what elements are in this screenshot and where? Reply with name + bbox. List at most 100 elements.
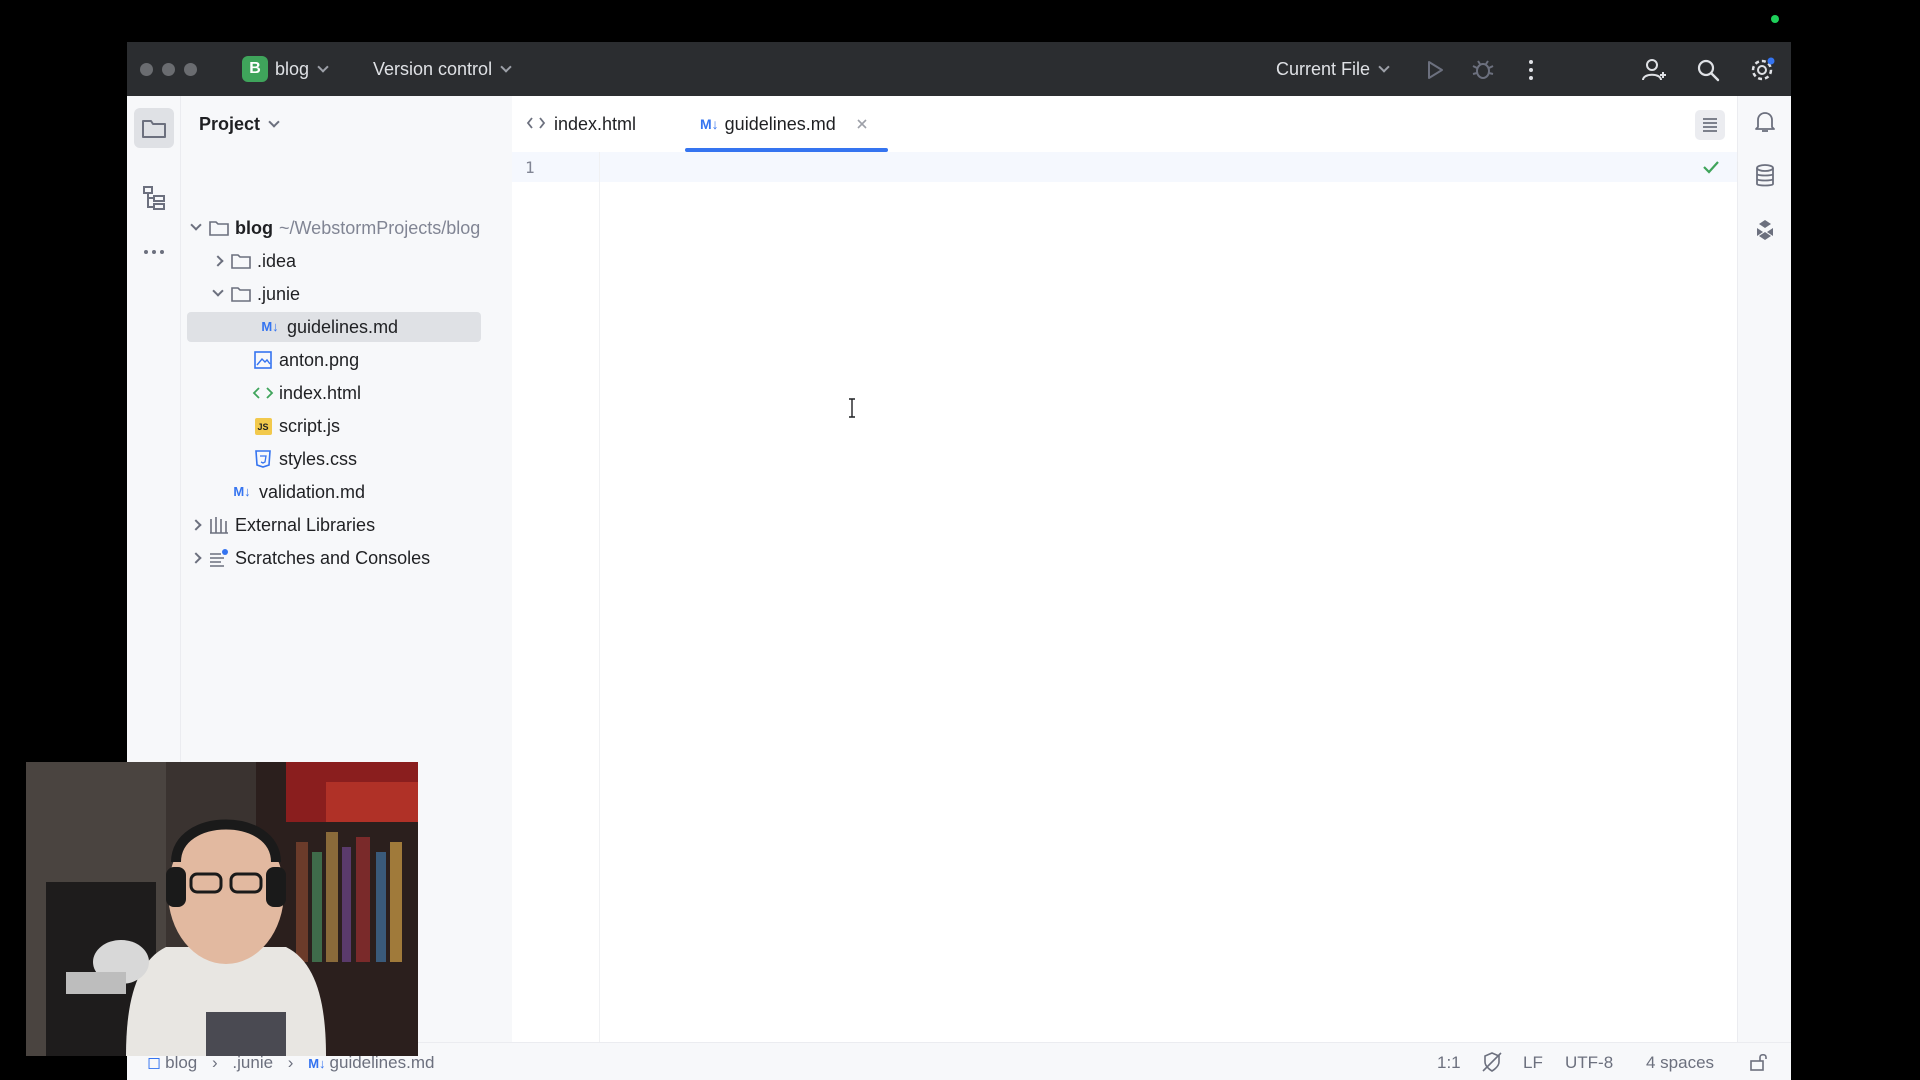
expand-arrow-icon[interactable] — [185, 213, 207, 243]
tree-item-label: validation.md — [259, 482, 366, 502]
scratches-icon — [207, 543, 231, 573]
tree-item-label: .idea — [257, 251, 297, 271]
expand-arrow-icon[interactable] — [207, 279, 229, 309]
tab-guidelines-md[interactable]: M↓ guidelines.md — [700, 96, 868, 152]
debug-button[interactable] — [1469, 56, 1497, 84]
more-vertical-icon — [1529, 60, 1533, 80]
tree-item-label: script.js — [279, 416, 341, 436]
tree-item-label: index.html — [279, 383, 362, 403]
search-button[interactable] — [1694, 56, 1722, 84]
tree-item-script-js[interactable]: JS script.js — [229, 411, 340, 441]
panel-title: Project — [199, 114, 261, 134]
search-icon — [1697, 59, 1720, 82]
tree-item-label: anton.png — [279, 350, 360, 370]
tree-item-label: blog — [235, 218, 273, 238]
vcs-menu[interactable]: Version control — [373, 58, 512, 80]
ai-assistant-icon — [1757, 220, 1773, 240]
gear-icon — [1751, 57, 1775, 81]
run-config-label: Current File — [1276, 59, 1371, 79]
recording-indicator-dot — [1771, 15, 1779, 23]
settings-button[interactable] — [1748, 56, 1776, 84]
window-zoom-button[interactable] — [184, 63, 197, 76]
javascript-icon: JS — [251, 411, 275, 441]
right-tool-strip — [1737, 96, 1791, 1080]
tree-item-guidelines-md[interactable]: M↓ guidelines.md — [187, 312, 481, 342]
tree-item-index-html[interactable]: index.html — [229, 378, 361, 408]
line-number: 1 — [525, 158, 535, 177]
project-badge[interactable]: B — [242, 56, 268, 82]
no-problems-check-icon[interactable] — [1702, 160, 1720, 179]
tree-item-idea[interactable]: .idea — [207, 246, 296, 276]
more-tools-button[interactable] — [134, 232, 174, 272]
editor-only-view-button[interactable] — [1695, 110, 1725, 140]
markdown-icon: M↓ — [700, 116, 719, 132]
chevron-down-icon — [317, 61, 329, 73]
folder-icon — [142, 120, 166, 138]
window-minimize-button[interactable] — [162, 63, 175, 76]
text-lines-icon — [1703, 118, 1717, 132]
line-gutter — [512, 152, 600, 1052]
tree-item-blog[interactable]: blog ~/WebstormProjects/blog — [185, 213, 480, 243]
markdown-icon: M↓ — [233, 484, 251, 499]
file-encoding[interactable]: UTF-8 — [1565, 1053, 1613, 1073]
breadcrumb: ◻ blog › .junie › M↓ guidelines.md — [147, 1053, 434, 1074]
tree-item-validation-md[interactable]: M↓ validation.md — [229, 477, 365, 507]
html-icon — [251, 378, 275, 408]
more-actions-button[interactable] — [1517, 56, 1545, 84]
window-close-button[interactable] — [140, 63, 153, 76]
project-selector[interactable]: blog — [275, 58, 329, 80]
tree-item-label: Scratches and Consoles — [235, 548, 431, 568]
chevron-down-icon — [500, 61, 512, 73]
tab-label: index.html — [554, 114, 637, 134]
close-icon[interactable] — [856, 96, 868, 152]
folder-icon — [207, 213, 231, 243]
tree-item-junie[interactable]: .junie — [207, 279, 300, 309]
bell-icon — [1755, 112, 1775, 132]
markdown-icon: M↓ — [261, 319, 279, 334]
markdown-icon: M↓ — [308, 1056, 326, 1071]
run-button[interactable] — [1421, 56, 1449, 84]
line-separator[interactable]: LF — [1523, 1053, 1543, 1073]
expand-arrow-icon[interactable] — [207, 246, 229, 276]
ai-assistant-button[interactable] — [1745, 210, 1785, 250]
tree-item-label: styles.css — [279, 449, 358, 469]
caret-position[interactable]: 1:1 — [1437, 1053, 1461, 1073]
database-tool-button[interactable] — [1745, 156, 1785, 196]
structure-tool-button[interactable] — [134, 178, 174, 218]
expand-arrow-icon[interactable] — [185, 543, 207, 573]
project-panel-header[interactable]: Project — [199, 114, 280, 135]
screen: B blog Version control Current File Proj… — [0, 0, 1920, 1080]
editor-area: index.html M↓ guidelines.md 1 — [512, 96, 1759, 1080]
unlock-icon[interactable] — [1749, 1052, 1769, 1077]
folder-icon — [229, 246, 253, 276]
inspections-off-icon[interactable] — [1481, 1051, 1503, 1078]
structure-icon — [143, 186, 165, 210]
chevron-down-icon — [268, 116, 280, 128]
indent-setting[interactable]: 4 spaces — [1646, 1053, 1714, 1073]
tab-index-html[interactable]: index.html — [526, 96, 636, 152]
tree-item-scratches[interactable]: Scratches and Consoles — [185, 543, 430, 573]
editor-tab-bar: index.html M↓ guidelines.md — [512, 96, 1759, 152]
play-icon — [1428, 61, 1443, 79]
tree-item-external-libraries[interactable]: External Libraries — [185, 510, 375, 540]
add-user-icon — [1642, 59, 1666, 81]
tree-item-anton-png[interactable]: anton.png — [229, 345, 359, 375]
vcs-label: Version control — [373, 59, 493, 79]
notifications-button[interactable] — [1745, 102, 1785, 142]
presenter-video-frame — [26, 762, 418, 1056]
database-icon — [1756, 164, 1774, 187]
expand-arrow-icon[interactable] — [185, 510, 207, 540]
project-path: ~/WebstormProjects/blog — [279, 218, 481, 238]
code-with-me-button[interactable] — [1640, 56, 1668, 84]
project-tool-button[interactable] — [134, 108, 174, 148]
tree-item-label: guidelines.md — [287, 317, 399, 337]
image-icon — [251, 345, 275, 375]
more-horizontal-icon — [144, 250, 164, 254]
tree-item-label: External Libraries — [235, 515, 376, 535]
chevron-down-icon — [1378, 61, 1390, 73]
css-icon — [251, 444, 275, 474]
tree-item-styles-css[interactable]: styles.css — [229, 444, 357, 474]
tab-label: guidelines.md — [724, 114, 836, 134]
html-icon — [526, 96, 546, 152]
run-config-selector[interactable]: Current File — [1276, 58, 1390, 80]
